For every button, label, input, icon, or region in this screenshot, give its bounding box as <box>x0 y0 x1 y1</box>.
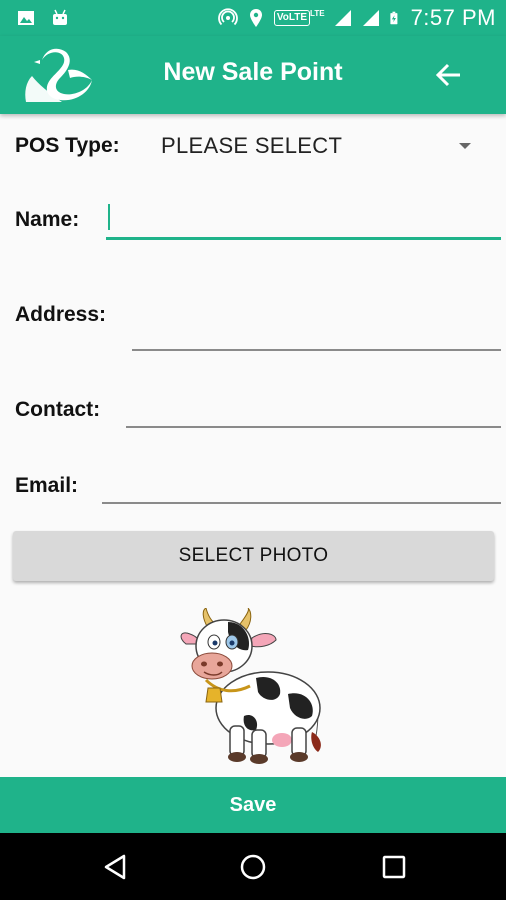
hotspot-icon <box>217 8 238 26</box>
name-label: Name: <box>15 208 80 231</box>
location-icon <box>249 9 262 27</box>
pos-type-select[interactable]: PLEASE SELECT <box>161 133 342 159</box>
email-input-underline <box>102 502 501 504</box>
screen: VoLTE LTE 7:57 PM New Sale Point POS Typ… <box>0 0 506 900</box>
signal-icon <box>334 10 351 26</box>
address-label: Address: <box>15 303 107 326</box>
email-label: Email: <box>15 474 79 497</box>
app-bar: New Sale Point <box>0 36 506 114</box>
recents-square-icon[interactable] <box>377 850 411 884</box>
signal-icon <box>362 10 379 26</box>
android-icon <box>53 9 67 25</box>
battery-charging-icon <box>389 11 397 25</box>
status-time: 7:57 PM <box>410 5 496 30</box>
volte-badge: VoLTE <box>273 10 311 26</box>
contact-row: Contact: <box>0 384 506 434</box>
address-input-underline <box>132 349 501 351</box>
image-icon <box>18 11 34 25</box>
name-input-underline <box>106 237 501 240</box>
name-row: Name: <box>0 194 506 244</box>
name-input[interactable] <box>108 200 498 234</box>
cow-illustration <box>180 608 321 764</box>
contact-label: Contact: <box>15 398 101 421</box>
text-cursor <box>108 204 110 230</box>
dropdown-caret-icon[interactable] <box>459 143 471 149</box>
address-input[interactable] <box>134 314 500 348</box>
pos-type-label: POS Type: <box>15 134 120 157</box>
arrow-left-icon[interactable] <box>430 56 468 94</box>
email-row: Email: <box>0 460 506 510</box>
status-bar: VoLTE LTE 7:57 PM <box>0 0 506 36</box>
back-triangle-icon[interactable] <box>98 850 132 884</box>
select-photo-button[interactable]: SELECT PHOTO <box>13 531 494 581</box>
address-row: Address: <box>0 289 506 359</box>
lte-label: LTE <box>310 8 325 18</box>
navigation-bar <box>0 833 506 900</box>
contact-input-underline <box>126 426 501 428</box>
home-circle-icon[interactable] <box>236 850 270 884</box>
pos-type-row[interactable]: POS Type: PLEASE SELECT <box>0 114 506 178</box>
contact-input[interactable] <box>128 392 500 426</box>
save-button[interactable]: Save <box>0 777 506 833</box>
email-input[interactable] <box>104 468 500 502</box>
